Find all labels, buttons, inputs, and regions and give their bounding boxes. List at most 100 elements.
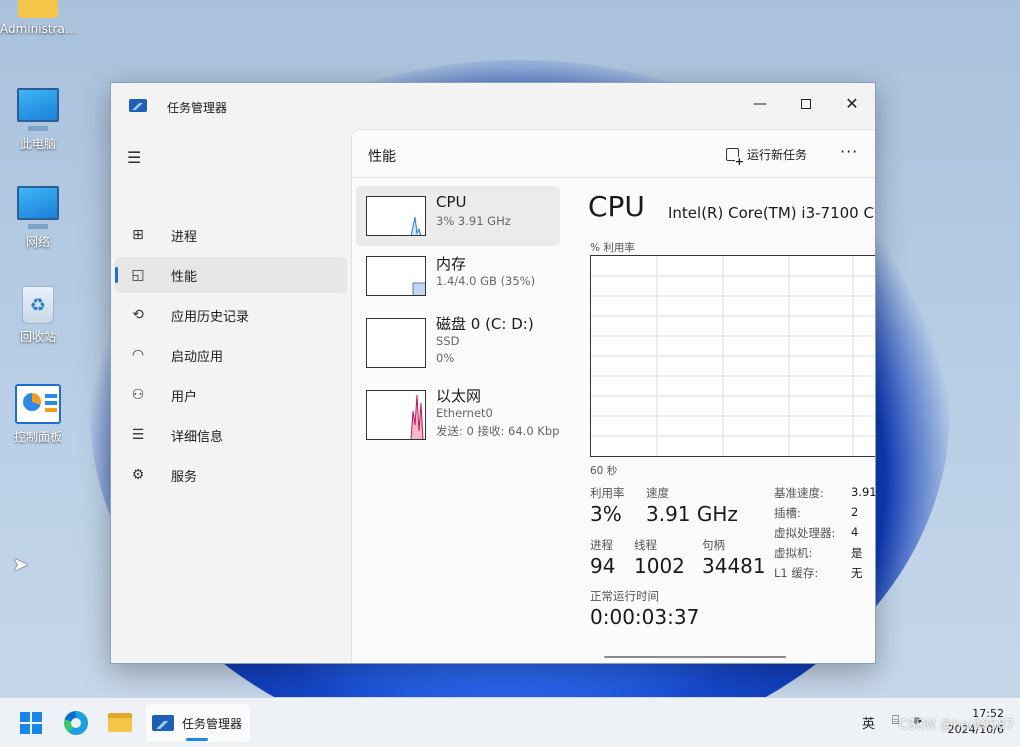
taskbar-app-label: 任务管理器 bbox=[182, 716, 243, 731]
page-title: 性能 bbox=[368, 149, 396, 165]
spec-key: 虚拟处理器: bbox=[774, 526, 836, 540]
sidebar-item-services[interactable]: ⚙ 服务 bbox=[115, 457, 347, 493]
more-options-button[interactable]: ··· bbox=[840, 142, 858, 161]
resource-detail: 0% bbox=[436, 351, 455, 365]
resource-item-disk[interactable]: 磁盘 0 (C: D:) SSD 0% bbox=[356, 306, 560, 378]
sidebar-item-app-history[interactable]: ⟲ 应用历史记录 bbox=[115, 297, 347, 333]
cpu-mini-graph bbox=[366, 196, 426, 236]
close-button[interactable]: ✕ bbox=[829, 89, 875, 119]
cpu-model: Intel(R) Core(TM) i3-7100 C bbox=[668, 204, 874, 222]
processes-icon: ⊞ bbox=[132, 227, 144, 243]
resource-name: 磁盘 0 (C: D:) bbox=[436, 315, 534, 333]
resource-name: 内存 bbox=[436, 255, 467, 273]
horizontal-scrollbar[interactable] bbox=[604, 656, 786, 658]
threads-value: 1002 bbox=[634, 554, 685, 578]
performance-panel: 性能 运行新任务 ··· CPU 3% 3.91 GHz bbox=[351, 129, 876, 663]
handles-label: 句柄 bbox=[702, 538, 725, 552]
graph-grid bbox=[591, 256, 875, 456]
resource-detail: 1.4/4.0 GB (35%) bbox=[436, 274, 536, 288]
cpu-mini-graph-svg bbox=[410, 216, 422, 235]
run-new-task-button[interactable]: 运行新任务 bbox=[726, 146, 808, 167]
sidebar-item-label: 服务 bbox=[171, 469, 198, 485]
recycle-bin-icon bbox=[22, 286, 54, 324]
resource-list: CPU 3% 3.91 GHz 内存 1.4/4.0 GB (35%) 磁盘 0… bbox=[356, 186, 560, 450]
taskbar-task-manager[interactable]: 任务管理器 bbox=[146, 704, 250, 742]
control-panel-icon bbox=[15, 384, 61, 424]
performance-icon: ◱ bbox=[131, 267, 145, 283]
resource-detail: Ethernet0 bbox=[436, 406, 493, 420]
utilization-label: 利用率 bbox=[590, 486, 625, 500]
desktop-icon-network[interactable]: 网络 bbox=[0, 186, 76, 250]
sidebar-item-details[interactable]: ☰ 详细信息 bbox=[115, 417, 347, 453]
task-manager-window: 任务管理器 — ✕ ☰ ⊞ 进程 ◱ 性能 ⟲ 应用历史记录 ◠ 启动应用 ⚇ … bbox=[110, 82, 876, 664]
sidebar-item-startup-apps[interactable]: ◠ 启动应用 bbox=[115, 337, 347, 373]
title-bar[interactable]: 任务管理器 — ✕ bbox=[111, 83, 875, 129]
spec-value: 无 bbox=[851, 566, 863, 580]
spec-key: 虚拟机: bbox=[774, 546, 813, 560]
network-icon bbox=[17, 186, 59, 220]
maximize-icon bbox=[801, 99, 811, 109]
cpu-utilization-graph bbox=[590, 255, 875, 457]
spec-key: 基准速度: bbox=[774, 486, 824, 500]
sidebar-item-label: 应用历史记录 bbox=[171, 309, 250, 325]
users-icon: ⚇ bbox=[131, 387, 145, 403]
maximize-button[interactable] bbox=[783, 89, 829, 119]
speed-value: 3.91 GHz bbox=[646, 502, 738, 526]
minimize-button[interactable]: — bbox=[737, 89, 783, 119]
spec-value: 是 bbox=[851, 546, 863, 560]
run-new-task-label: 运行新任务 bbox=[747, 148, 808, 162]
startup-apps-icon: ◠ bbox=[131, 347, 145, 363]
folder-icon bbox=[18, 0, 58, 18]
sidebar-item-processes[interactable]: ⊞ 进程 bbox=[115, 217, 347, 253]
input-language-indicator[interactable]: 英 bbox=[862, 713, 875, 732]
desktop-icon-this-pc[interactable]: 此电脑 bbox=[0, 88, 76, 152]
sidebar-item-label: 用户 bbox=[171, 389, 198, 405]
ethernet-mini-graph bbox=[366, 390, 426, 440]
details-icon: ☰ bbox=[131, 427, 145, 443]
taskbar: 任务管理器 英 ⌸ 🕪 17:52 2024/10/6 bbox=[0, 697, 1020, 747]
speed-label: 速度 bbox=[646, 486, 669, 500]
uptime-label: 正常运行时间 bbox=[590, 589, 659, 603]
handles-value: 34481 bbox=[702, 554, 766, 578]
start-button[interactable] bbox=[20, 712, 42, 734]
app-history-icon: ⟲ bbox=[132, 307, 144, 323]
panel-header: 性能 运行新任务 ··· bbox=[352, 130, 875, 178]
sidebar: ☰ ⊞ 进程 ◱ 性能 ⟲ 应用历史记录 ◠ 启动应用 ⚇ 用户 ☰ 详细信息 … bbox=[111, 129, 351, 663]
spec-value: 3.91 bbox=[851, 485, 876, 499]
resource-item-cpu[interactable]: CPU 3% 3.91 GHz bbox=[356, 186, 560, 246]
menu-toggle-button[interactable]: ☰ bbox=[127, 148, 141, 167]
spec-value: 4 bbox=[851, 525, 859, 539]
utilization-value: 3% bbox=[590, 502, 622, 526]
edge-browser-icon[interactable] bbox=[64, 711, 88, 735]
desktop-icon-label: 控制面板 bbox=[13, 430, 62, 444]
disk-mini-graph bbox=[366, 318, 426, 368]
sidebar-item-performance[interactable]: ◱ 性能 bbox=[115, 257, 347, 293]
spec-key: L1 缓存: bbox=[774, 566, 819, 580]
window-title: 任务管理器 bbox=[167, 101, 228, 115]
desktop-icon-recycle-bin[interactable]: 回收站 bbox=[0, 286, 76, 345]
spec-key: 插槽: bbox=[774, 506, 801, 520]
sidebar-item-label: 启动应用 bbox=[171, 349, 224, 365]
spec-value: 2 bbox=[851, 505, 859, 519]
resource-detail: 发送: 0 接收: 64.0 Kbp bbox=[436, 424, 560, 438]
close-icon: ✕ bbox=[845, 94, 859, 113]
desktop-icon-control-panel[interactable]: 控制面板 bbox=[0, 384, 76, 445]
resource-item-memory[interactable]: 内存 1.4/4.0 GB (35%) bbox=[356, 246, 560, 306]
graph-time-label: 60 秒 bbox=[590, 465, 618, 477]
file-explorer-icon[interactable] bbox=[108, 713, 132, 732]
sidebar-item-users[interactable]: ⚇ 用户 bbox=[115, 377, 347, 413]
windows-logo-icon bbox=[20, 712, 30, 722]
watermark: CSDN @hai40587 bbox=[898, 718, 1014, 733]
sidebar-nav: ⊞ 进程 ◱ 性能 ⟲ 应用历史记录 ◠ 启动应用 ⚇ 用户 ☰ 详细信息 ⚙ … bbox=[115, 217, 347, 497]
uptime-value: 0:00:03:37 bbox=[590, 605, 700, 629]
new-task-icon bbox=[726, 148, 744, 167]
detail-heading: CPU bbox=[588, 190, 645, 223]
resource-detail: SSD bbox=[436, 334, 460, 348]
computer-icon bbox=[17, 88, 59, 122]
desktop-icon-label: 此电脑 bbox=[19, 137, 56, 151]
desktop-icon-administrator[interactable]: Administra... bbox=[0, 0, 76, 36]
mouse-cursor-icon: ➤ bbox=[12, 552, 29, 576]
sidebar-item-label: 性能 bbox=[171, 269, 198, 285]
task-manager-logo-icon bbox=[129, 99, 147, 112]
resource-item-ethernet[interactable]: 以太网 Ethernet0 发送: 0 接收: 64.0 Kbp bbox=[356, 378, 560, 450]
